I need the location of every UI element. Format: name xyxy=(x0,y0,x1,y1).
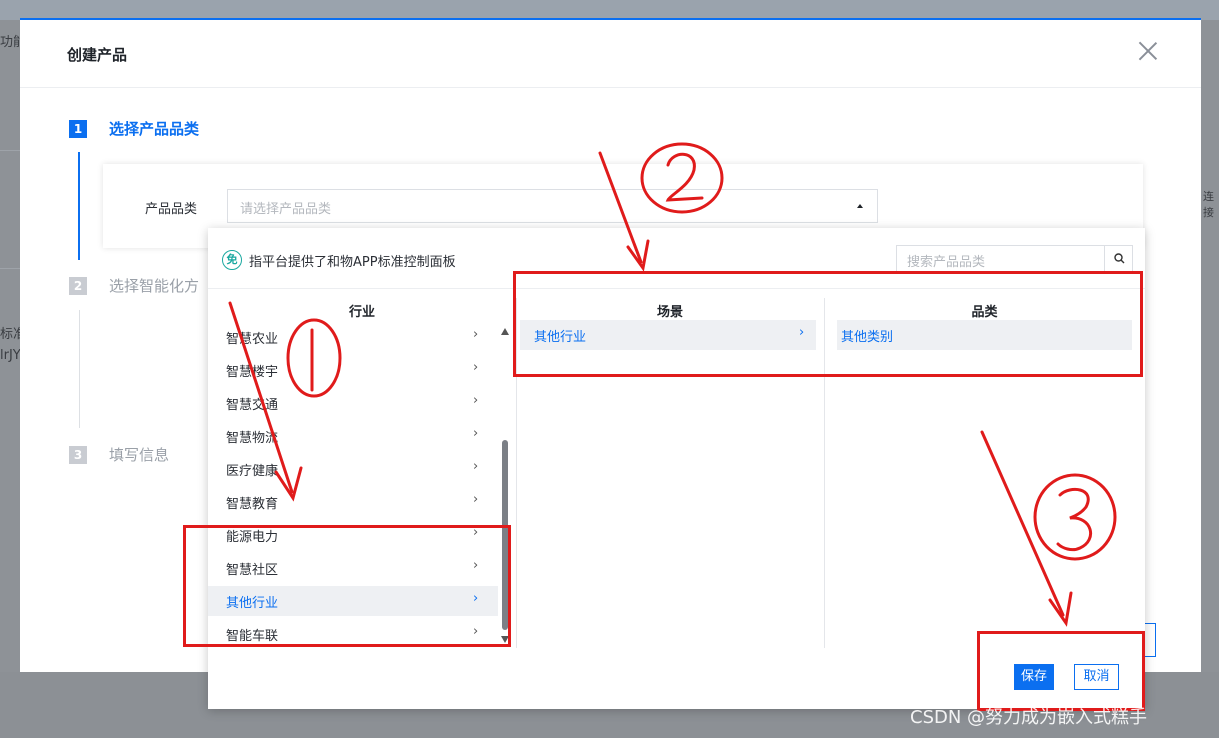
annotation-circle-1 xyxy=(286,318,342,398)
annotation-arrow-1 xyxy=(228,301,294,494)
annotation-glyph-3 xyxy=(1056,487,1092,552)
watermark: CSDN @努力成为嵌入式糕手 xyxy=(910,707,1148,728)
annotation-glyph-2 xyxy=(665,152,704,202)
annotation-arrow-3 xyxy=(980,430,1065,617)
annotation-overlay xyxy=(228,142,1117,627)
annotation-arrow-2 xyxy=(598,151,643,264)
